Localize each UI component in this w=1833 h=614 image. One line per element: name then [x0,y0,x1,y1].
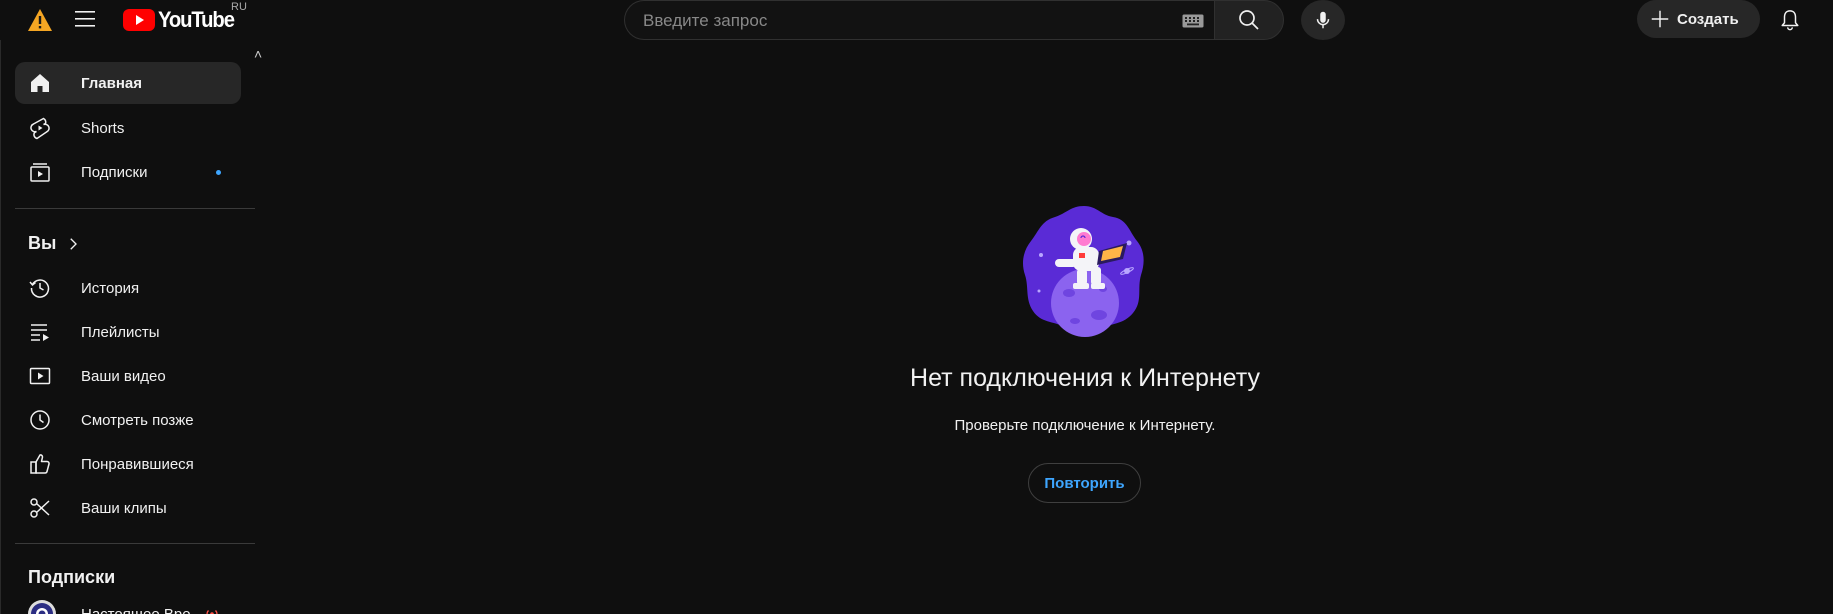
sidebar-item-label: Shorts [81,119,125,137]
chevron-right-icon [70,237,78,250]
you-section-header[interactable]: Вы [28,233,82,254]
sidebar-item-history[interactable]: История [15,267,241,309]
your-videos-icon [28,364,52,388]
plus-icon [1651,10,1669,28]
voice-search-button[interactable] [1301,0,1345,40]
region-code: RU [231,1,247,13]
sidebar-divider [15,208,255,209]
search-icon [1239,10,1259,30]
sidebar-item-your-videos[interactable]: Ваши видео [15,355,241,397]
youtube-page: YouTube RU Введите запрос Создать ˄ Глав… [0,0,1833,614]
sidebar: ˄ Главная Shorts Подписки Вы История Пле… [0,40,262,614]
like-icon [28,452,52,476]
sidebar-item-home[interactable]: Главная [15,62,241,104]
bell-icon [1781,10,1799,31]
sidebar-item-label: Подписки [81,163,148,181]
watch-later-icon [28,408,52,432]
channel-name: Настоящее Вре [81,605,191,614]
create-label: Создать [1677,10,1739,28]
you-section-title: Вы [28,233,57,253]
clips-icon [28,496,52,520]
top-bar: YouTube RU Введите запрос Создать [0,0,1833,40]
sidebar-item-label: Ваши видео [81,367,166,385]
menu-icon[interactable] [73,8,97,30]
warning-icon[interactable] [27,8,53,32]
retry-button[interactable]: Повторить [1028,463,1141,503]
offline-subtitle: Проверьте подключение к Интернету. [954,417,1216,434]
microphone-icon [1316,11,1330,29]
home-icon [28,71,52,95]
sidebar-item-label: История [81,279,140,297]
sidebar-item-label: Главная [81,74,143,92]
subscription-channel-item[interactable]: Настоящее Вре [15,600,241,614]
youtube-play-icon [123,9,155,31]
sidebar-item-label: Смотреть позже [81,411,194,429]
search-button[interactable] [1214,0,1284,40]
sidebar-item-label: Ваши клипы [81,499,167,517]
new-content-dot [216,170,221,175]
offline-title: Нет подключения к Интернету [910,364,1260,392]
search-bar [624,0,1284,40]
offline-astronaut-illustration [1023,206,1144,337]
sidebar-item-watch-later[interactable]: Смотреть позже [15,399,241,441]
sidebar-divider [15,543,255,544]
channel-avatar [28,600,56,614]
sidebar-item-clips[interactable]: Ваши клипы [15,487,241,529]
search-box [624,0,1214,40]
live-icon [206,610,218,614]
shorts-icon [28,116,52,140]
sidebar-item-subscriptions[interactable]: Подписки [15,151,241,193]
create-button[interactable]: Создать [1637,0,1760,38]
playlists-icon [28,320,52,344]
sidebar-item-liked[interactable]: Понравившиеся [15,443,241,485]
collapse-icon[interactable]: ˄ [254,46,262,62]
sidebar-item-label: Плейлисты [81,323,160,341]
history-icon [28,276,52,300]
search-input[interactable] [643,10,1163,32]
notifications-button[interactable] [1772,0,1808,40]
sidebar-item-shorts[interactable]: Shorts [15,107,241,149]
keyboard-icon[interactable] [1182,14,1204,28]
subscriptions-section-header: Подписки [28,567,115,588]
youtube-logo[interactable]: YouTube [123,5,240,35]
logo-text: YouTube [158,7,235,32]
subscriptions-icon [28,160,52,184]
sidebar-item-playlists[interactable]: Плейлисты [15,311,241,353]
subscriptions-section-title: Подписки [28,567,116,587]
sidebar-item-label: Понравившиеся [81,455,194,473]
